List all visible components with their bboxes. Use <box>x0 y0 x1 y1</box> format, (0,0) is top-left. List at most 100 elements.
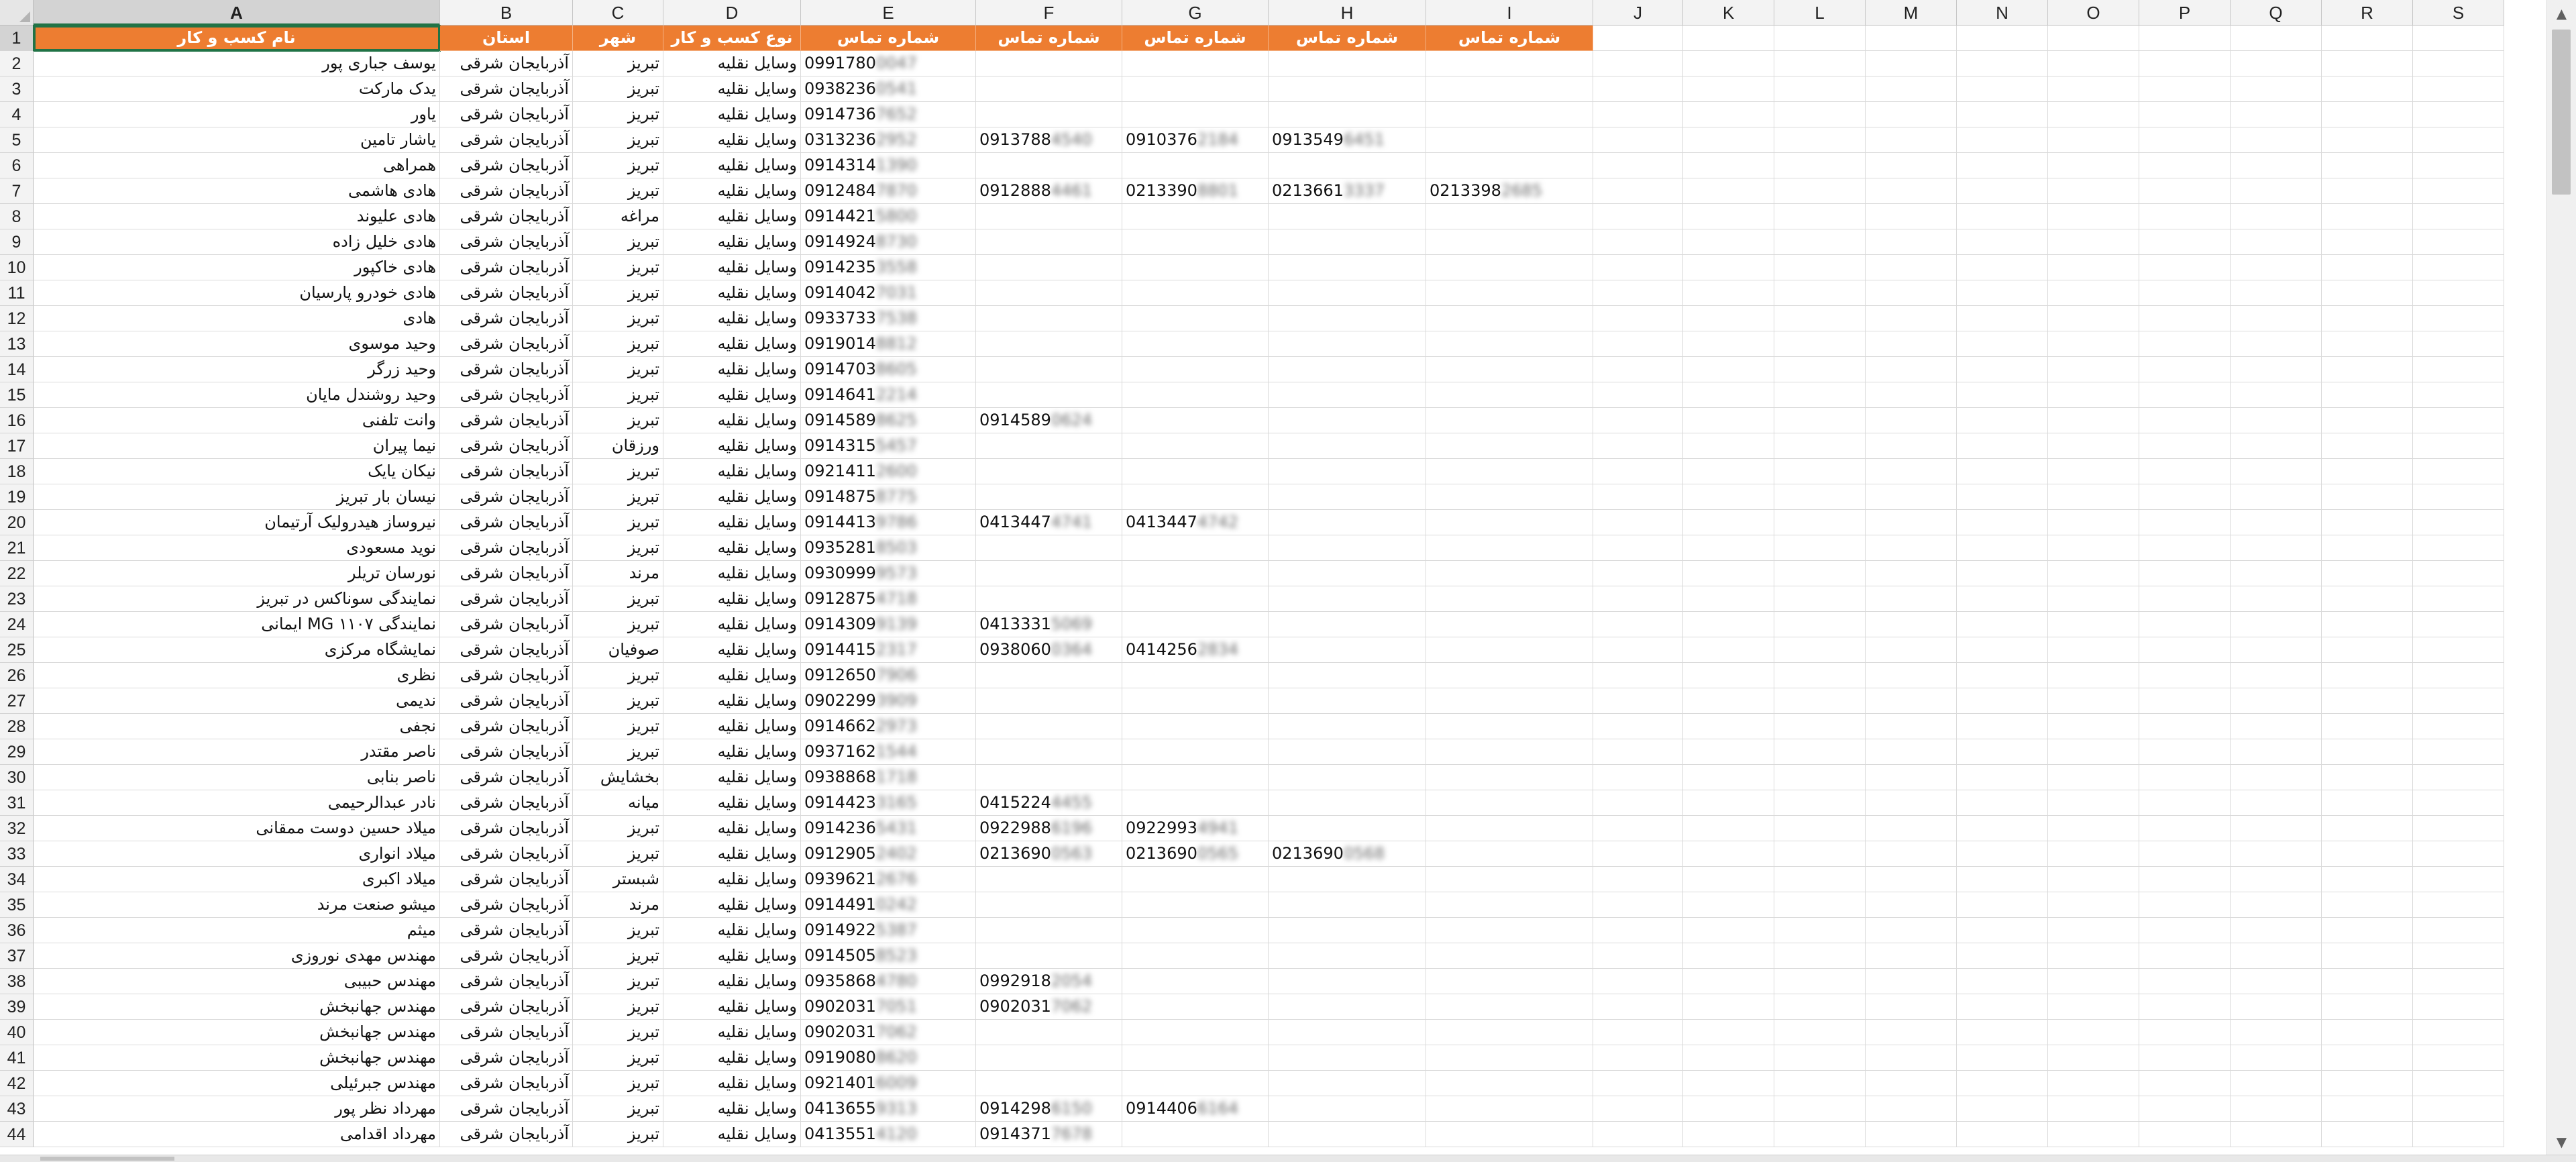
empty-cell[interactable] <box>2413 1020 2504 1045</box>
type-cell[interactable]: وسایل نقلیه <box>663 280 801 306</box>
name-cell[interactable]: میلاد اکبری <box>34 867 440 892</box>
name-cell[interactable]: هادی هاشمی <box>34 178 440 204</box>
phone-cell[interactable] <box>1269 892 1426 918</box>
phone-cell[interactable] <box>976 306 1122 331</box>
empty-cell[interactable] <box>1774 306 1866 331</box>
name-cell[interactable]: نیروساز هیدرولیک آرتیمان <box>34 510 440 535</box>
phone-cell[interactable] <box>976 153 1122 178</box>
phone-cell[interactable] <box>1426 510 1593 535</box>
empty-cell[interactable] <box>1957 688 2048 714</box>
phone-cell[interactable]: 09382360541 <box>801 76 976 102</box>
empty-cell[interactable] <box>2231 892 2322 918</box>
empty-cell[interactable] <box>1866 102 1957 127</box>
phone-cell[interactable] <box>1269 255 1426 280</box>
empty-cell[interactable] <box>2413 561 2504 586</box>
phone-cell[interactable]: 09388681718 <box>801 765 976 790</box>
empty-cell[interactable] <box>2322 688 2413 714</box>
phone-cell[interactable] <box>1269 408 1426 433</box>
phone-cell[interactable]: 09144066164 <box>1122 1096 1269 1122</box>
empty-cell[interactable] <box>1866 459 1957 484</box>
empty-cell[interactable] <box>2413 153 2504 178</box>
type-cell[interactable]: وسایل نقلیه <box>663 714 801 739</box>
empty-cell[interactable] <box>2322 892 2413 918</box>
phone-cell[interactable] <box>1426 1122 1593 1147</box>
city-cell[interactable]: مرند <box>573 561 663 586</box>
horizontal-scroll-thumb[interactable] <box>40 1157 174 1161</box>
phone-cell[interactable] <box>976 102 1122 127</box>
empty-cell[interactable] <box>2048 688 2139 714</box>
name-cell[interactable]: ناصر بنابی <box>34 765 440 790</box>
phone-cell[interactable]: 09128884461 <box>976 178 1122 204</box>
empty-cell[interactable] <box>1957 943 2048 969</box>
phone-cell[interactable] <box>1122 1020 1269 1045</box>
phone-cell[interactable] <box>1122 408 1269 433</box>
empty-cell[interactable] <box>2413 331 2504 357</box>
phone-cell[interactable] <box>976 484 1122 510</box>
empty-cell[interactable] <box>1593 76 1683 102</box>
phone-cell[interactable] <box>1269 382 1426 408</box>
phone-cell[interactable] <box>976 535 1122 561</box>
empty-cell[interactable] <box>2413 994 2504 1020</box>
empty-cell[interactable] <box>1866 76 1957 102</box>
empty-cell[interactable] <box>1866 892 1957 918</box>
empty-cell[interactable] <box>1683 306 1774 331</box>
empty-cell[interactable] <box>1593 612 1683 637</box>
empty-cell[interactable] <box>1866 739 1957 765</box>
type-cell[interactable]: وسایل نقلیه <box>663 867 801 892</box>
phone-cell[interactable] <box>1269 816 1426 841</box>
phone-cell[interactable] <box>1426 433 1593 459</box>
empty-cell[interactable] <box>2231 178 2322 204</box>
empty-cell[interactable] <box>1683 918 1774 943</box>
phone-cell[interactable]: 09229886196 <box>976 816 1122 841</box>
empty-cell[interactable] <box>1866 867 1957 892</box>
empty-cell[interactable] <box>2048 280 2139 306</box>
phone-cell[interactable] <box>1122 459 1269 484</box>
empty-cell[interactable] <box>1683 127 1774 153</box>
name-cell[interactable]: یوسف جباری پور <box>34 51 440 76</box>
city-cell[interactable]: تبریز <box>573 612 663 637</box>
city-cell[interactable]: تبریز <box>573 306 663 331</box>
empty-cell[interactable] <box>2139 841 2231 867</box>
phone-cell[interactable]: 02133982685 <box>1426 178 1593 204</box>
city-cell[interactable]: صوفیان <box>573 637 663 663</box>
phone-cell[interactable] <box>1269 790 1426 816</box>
empty-cell[interactable] <box>1866 357 1957 382</box>
phone-cell[interactable]: 09143099139 <box>801 612 976 637</box>
empty-cell[interactable] <box>2048 51 2139 76</box>
empty-cell[interactable] <box>2322 663 2413 688</box>
type-cell[interactable]: وسایل نقلیه <box>663 510 801 535</box>
type-cell[interactable]: وسایل نقلیه <box>663 790 801 816</box>
empty-cell[interactable] <box>2413 637 2504 663</box>
empty-cell[interactable] <box>1593 229 1683 255</box>
empty-cell[interactable] <box>2413 459 2504 484</box>
row-header[interactable]: 38 <box>0 969 34 994</box>
empty-cell[interactable] <box>1593 765 1683 790</box>
name-cell[interactable]: هادی علیوند <box>34 204 440 229</box>
phone-cell[interactable] <box>1269 688 1426 714</box>
empty-cell[interactable] <box>1683 331 1774 357</box>
empty-cell[interactable] <box>2322 280 2413 306</box>
empty-cell[interactable] <box>1774 255 1866 280</box>
empty-cell[interactable] <box>2048 969 2139 994</box>
empty-cell[interactable] <box>2322 229 2413 255</box>
header-cell[interactable]: شماره تماس <box>1269 25 1426 51</box>
row-header[interactable]: 5 <box>0 127 34 153</box>
row-header[interactable]: 15 <box>0 382 34 408</box>
empty-cell[interactable] <box>1957 1096 2048 1122</box>
name-cell[interactable]: نورسان تریلر <box>34 561 440 586</box>
empty-cell[interactable] <box>1774 1122 1866 1147</box>
phone-cell[interactable] <box>976 867 1122 892</box>
empty-cell[interactable] <box>2322 153 2413 178</box>
empty-cell[interactable] <box>1957 331 2048 357</box>
city-cell[interactable]: تبریز <box>573 1122 663 1147</box>
phone-cell[interactable] <box>1122 204 1269 229</box>
empty-cell[interactable] <box>2413 204 2504 229</box>
empty-cell[interactable] <box>2322 790 2413 816</box>
phone-cell[interactable] <box>1426 459 1593 484</box>
empty-cell[interactable] <box>1957 408 2048 433</box>
row-header[interactable]: 27 <box>0 688 34 714</box>
empty-cell[interactable] <box>2322 969 2413 994</box>
empty-cell[interactable] <box>1683 943 1774 969</box>
empty-cell[interactable] <box>2048 306 2139 331</box>
empty-cell[interactable] <box>1957 561 2048 586</box>
